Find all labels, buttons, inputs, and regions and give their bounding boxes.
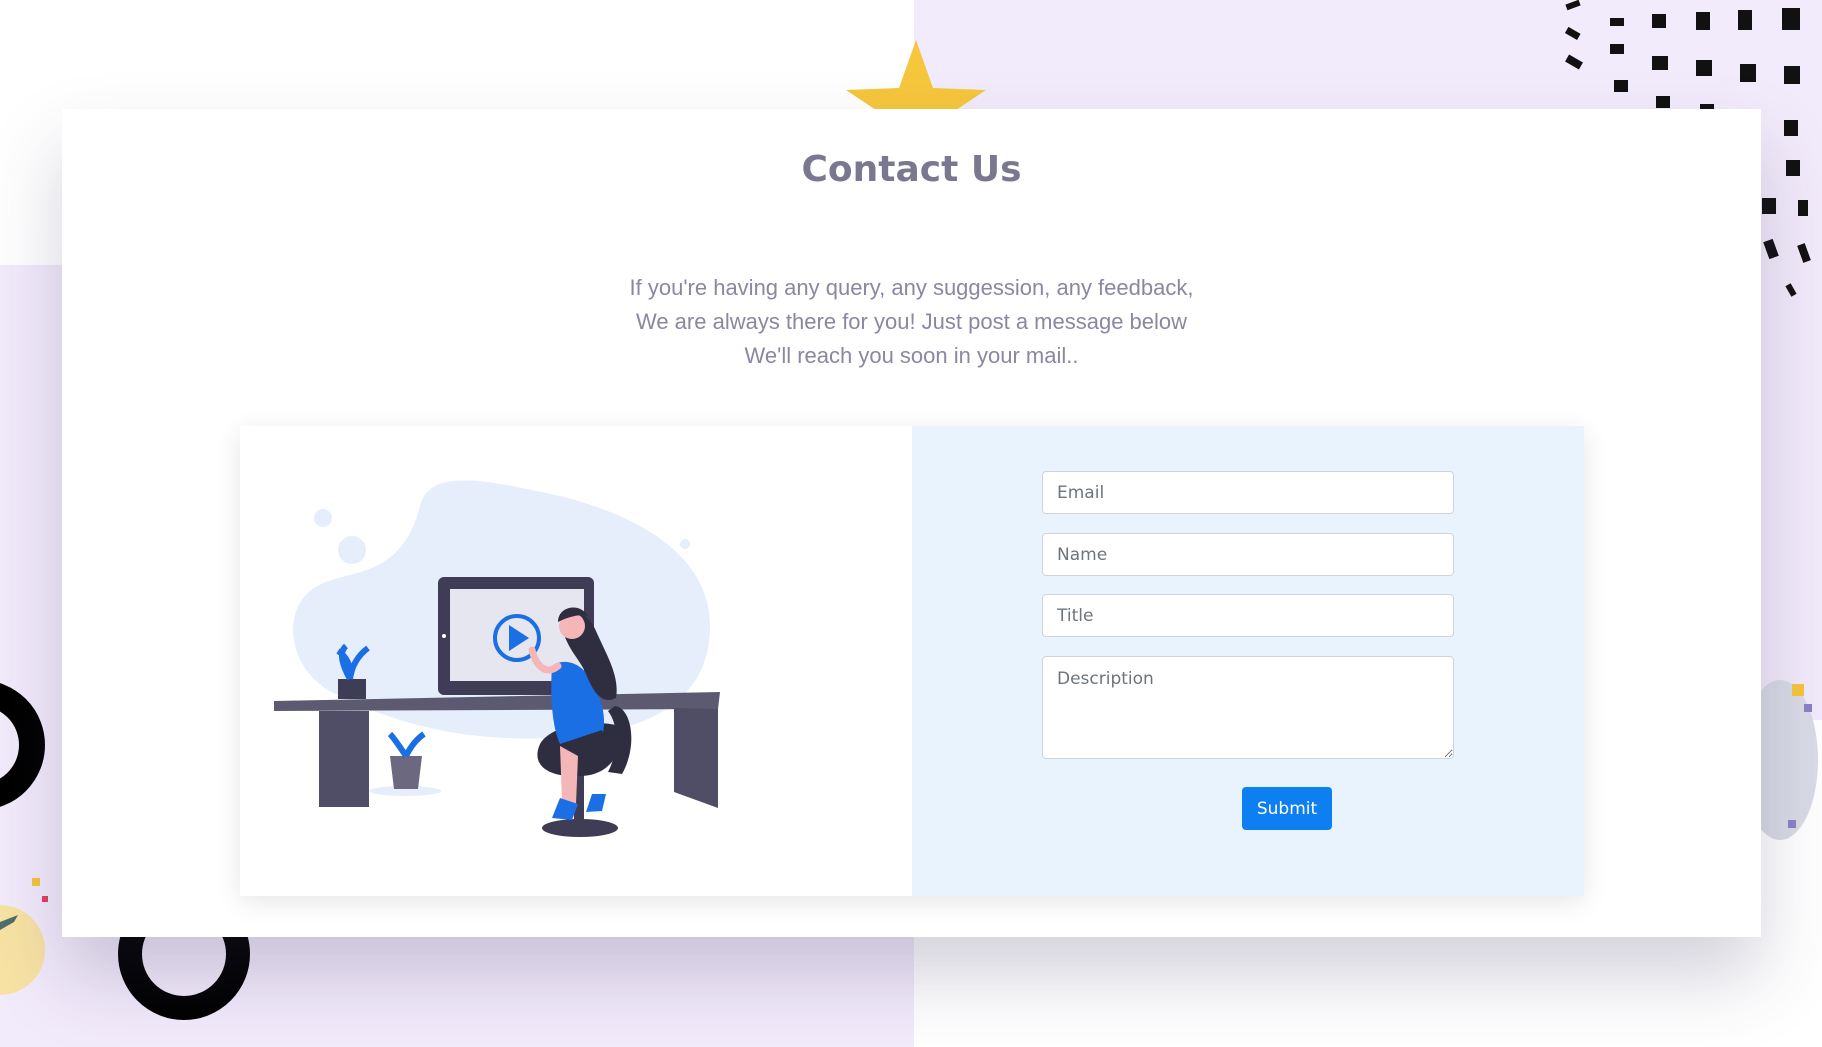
contact-panel: Submit [240,426,1584,896]
submit-button[interactable]: Submit [1242,787,1332,830]
contact-card: Contact Us If you're having any query, a… [62,109,1761,937]
star-decoration-icon [846,40,986,118]
form-panel: Submit [912,426,1584,896]
name-field[interactable] [1042,533,1454,576]
intro-line-3: We'll reach you soon in your mail.. [744,343,1079,368]
intro-line-2: We are always there for you! Just post a… [635,309,1188,334]
ring-decoration-bottom-icon [118,936,250,1020]
illustration-panel [240,426,912,896]
page-title: Contact Us [801,149,1022,190]
description-field[interactable] [1042,656,1454,759]
intro-text: If you're having any query, any suggessi… [62,271,1761,373]
blob-decoration-right-icon [1760,680,1818,840]
intro-line-1: If you're having any query, any suggessi… [629,275,1194,300]
yellow-circle-decoration-icon [0,878,48,995]
woman-at-desk-illustration-icon [274,480,720,837]
title-field[interactable] [1042,594,1454,637]
email-field[interactable] [1042,471,1454,514]
ring-decoration-left-icon [0,683,45,807]
